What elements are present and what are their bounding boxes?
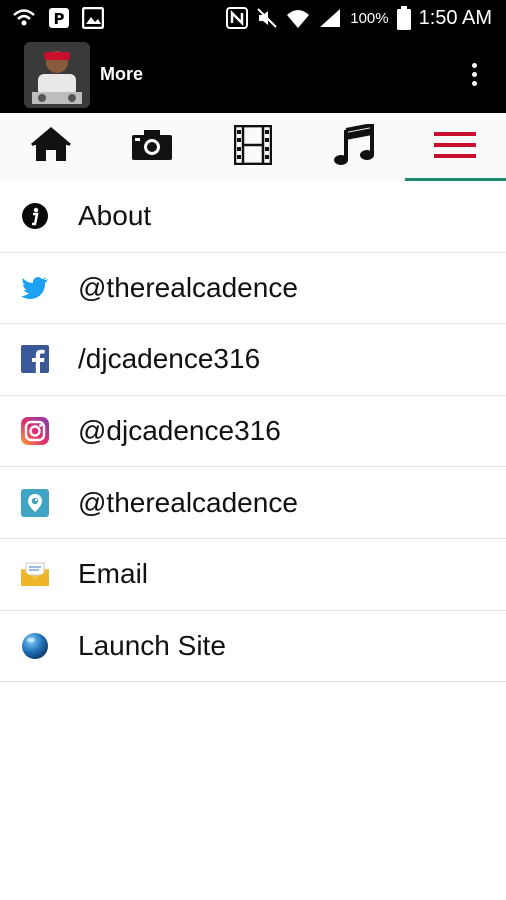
signal-icon bbox=[318, 7, 342, 29]
overflow-menu-icon[interactable] bbox=[462, 57, 486, 93]
periscope-icon bbox=[20, 488, 50, 518]
film-icon bbox=[233, 124, 273, 170]
mute-icon bbox=[256, 7, 278, 29]
info-icon bbox=[20, 201, 50, 231]
tab-photos[interactable] bbox=[101, 113, 202, 181]
menu-item-periscope[interactable]: @therealcadence bbox=[0, 467, 506, 539]
email-icon bbox=[20, 559, 50, 589]
nfc-icon bbox=[226, 7, 249, 29]
menu-item-facebook[interactable]: /djcadence316 bbox=[0, 324, 506, 396]
instagram-icon bbox=[20, 416, 50, 446]
avatar bbox=[24, 41, 90, 108]
parking-icon: P bbox=[48, 7, 70, 29]
tab-more[interactable] bbox=[404, 113, 506, 181]
home-icon bbox=[30, 126, 72, 168]
menu-item-email[interactable]: Email bbox=[0, 539, 506, 611]
camera-icon bbox=[131, 129, 173, 166]
status-bar: P 100% 1:50 AM bbox=[0, 0, 506, 36]
battery-percent: 100% bbox=[350, 9, 389, 27]
menu-item-label: @djcadence316 bbox=[78, 415, 281, 447]
tab-videos[interactable] bbox=[202, 113, 303, 181]
globe-icon bbox=[20, 631, 50, 661]
menu-item-label: @therealcadence bbox=[78, 486, 298, 518]
wifi-icon bbox=[286, 7, 310, 29]
battery-icon bbox=[396, 6, 411, 30]
menu-item-launch-site[interactable]: Launch Site bbox=[0, 611, 506, 683]
tab-home[interactable] bbox=[0, 113, 101, 181]
menu-item-about[interactable]: About bbox=[0, 181, 506, 253]
music-icon bbox=[334, 122, 375, 171]
menu-item-label: /djcadence316 bbox=[78, 343, 261, 375]
menu-icon bbox=[434, 131, 477, 163]
twitter-icon bbox=[20, 273, 50, 303]
gallery-icon bbox=[82, 7, 104, 29]
clock: 1:50 AM bbox=[418, 6, 492, 29]
wifi-call-icon bbox=[12, 8, 36, 28]
tab-bar bbox=[0, 113, 506, 181]
page-title: More bbox=[100, 64, 144, 84]
menu-item-twitter[interactable]: @therealcadence bbox=[0, 253, 506, 325]
svg-text:P: P bbox=[54, 10, 65, 28]
tab-music[interactable] bbox=[304, 113, 405, 181]
menu-item-instagram[interactable]: @djcadence316 bbox=[0, 396, 506, 468]
menu-item-label: @therealcadence bbox=[78, 271, 298, 303]
menu-item-label: Launch Site bbox=[78, 629, 226, 661]
menu-item-label: Email bbox=[78, 558, 149, 590]
app-bar: More bbox=[0, 36, 506, 113]
menu-item-label: About bbox=[78, 200, 152, 232]
more-menu-list: About @therealcadence /djcadence316 @djc… bbox=[0, 181, 506, 683]
facebook-icon bbox=[20, 344, 50, 374]
